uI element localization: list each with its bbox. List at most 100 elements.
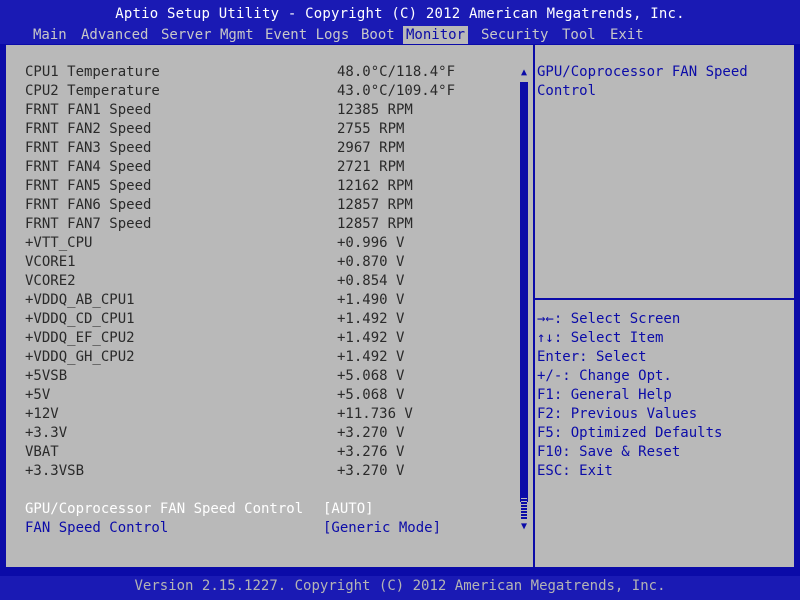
reading-label: +VDDQ_AB_CPU1 [25, 292, 135, 308]
reading-value: +1.492 V [337, 349, 405, 365]
reading-value: +5.068 V [337, 387, 405, 403]
reading-row: +VDDQ_AB_CPU1 +1.490 V [25, 291, 505, 310]
key-hint-enter: Enter: Select [537, 349, 647, 365]
reading-label: FRNT FAN5 Speed [25, 178, 152, 194]
key-hint-exit: ESC: Exit [537, 463, 613, 479]
reading-row: +12V +11.736 V [25, 405, 505, 424]
help-line: Control [537, 83, 597, 99]
reading-label: +VDDQ_GH_CPU2 [25, 349, 135, 365]
reading-row: FRNT FAN4 Speed 2721 RPM [25, 158, 505, 177]
reading-row: FRNT FAN3 Speed 2967 RPM [25, 139, 505, 158]
reading-value: +3.270 V [337, 425, 405, 441]
reading-label: +5V [25, 387, 51, 403]
reading-label: +VDDQ_EF_CPU2 [25, 330, 135, 346]
reading-label: FRNT FAN4 Speed [25, 159, 152, 175]
reading-value: +0.854 V [337, 273, 405, 289]
reading-label: +3.3VSB [25, 463, 85, 479]
reading-row: +VTT_CPU +0.996 V [25, 234, 505, 253]
option-label: FAN Speed Control [25, 520, 169, 536]
key-hint-previous-values: F2: Previous Values [537, 406, 698, 422]
menu-bar: Main Advanced Server Mgmt Event Logs Boo… [0, 26, 800, 44]
scroll-up-arrow-icon[interactable]: ▲ [519, 67, 529, 79]
reading-label: +5VSB [25, 368, 68, 384]
key-legend: →←: Select Screen ↑↓: Select Item Enter:… [537, 310, 789, 481]
reading-label: +VDDQ_CD_CPU1 [25, 311, 135, 327]
reading-row: FRNT FAN5 Speed 12162 RPM [25, 177, 505, 196]
reading-value: +1.492 V [337, 330, 405, 346]
help-text: GPU/Coprocessor FAN Speed Control [537, 63, 789, 101]
reading-row: FRNT FAN2 Speed 2755 RPM [25, 120, 505, 139]
reading-value: 12857 RPM [337, 216, 413, 232]
reading-label: +3.3V [25, 425, 68, 441]
reading-label: FRNT FAN3 Speed [25, 140, 152, 156]
reading-label: CPU1 Temperature [25, 64, 160, 80]
gpu-fan-speed-control-option[interactable]: GPU/Coprocessor FAN Speed Control [AUTO] [25, 500, 505, 519]
reading-row: +VDDQ_GH_CPU2 +1.492 V [25, 348, 505, 367]
reading-label: FRNT FAN7 Speed [25, 216, 152, 232]
title-bar: Aptio Setup Utility - Copyright (C) 2012… [0, 0, 800, 26]
reading-value: +1.490 V [337, 292, 405, 308]
reading-label: FRNT FAN1 Speed [25, 102, 152, 118]
tab-event-logs[interactable]: Event Logs [262, 26, 352, 44]
reading-value: 2967 RPM [337, 140, 405, 156]
reading-value: 12162 RPM [337, 178, 413, 194]
help-line: GPU/Coprocessor FAN Speed [537, 64, 748, 80]
reading-row: FRNT FAN6 Speed 12857 RPM [25, 196, 505, 215]
reading-value: +3.276 V [337, 444, 405, 460]
footer-bar: Version 2.15.1227. Copyright (C) 2012 Am… [0, 576, 800, 600]
tab-monitor[interactable]: Monitor [403, 26, 469, 44]
fan-speed-control-option[interactable]: FAN Speed Control [Generic Mode] [25, 519, 505, 538]
scroll-down-arrow-icon[interactable]: ▼ [519, 521, 529, 533]
reading-value: +3.270 V [337, 463, 405, 479]
reading-row: +VDDQ_CD_CPU1 +1.492 V [25, 310, 505, 329]
help-divider [535, 298, 795, 300]
reading-row: +VDDQ_EF_CPU2 +1.492 V [25, 329, 505, 348]
version-text: Version 2.15.1227. Copyright (C) 2012 Am… [134, 578, 666, 594]
reading-label: VBAT [25, 444, 59, 460]
reading-row: +3.3V +3.270 V [25, 424, 505, 443]
reading-value: +1.492 V [337, 311, 405, 327]
reading-value: 2755 RPM [337, 121, 405, 137]
key-hint-select-item: ↑↓: Select Item [537, 330, 664, 346]
reading-label: FRNT FAN2 Speed [25, 121, 152, 137]
reading-value: +0.996 V [337, 235, 405, 251]
tab-main[interactable]: Main [30, 26, 70, 44]
reading-label: +12V [25, 406, 59, 422]
reading-value: +11.736 V [337, 406, 413, 422]
reading-value: 48.0°C/118.4°F [337, 64, 456, 80]
option-label: GPU/Coprocessor FAN Speed Control [25, 501, 304, 517]
reading-row: +5VSB +5.068 V [25, 367, 505, 386]
tab-exit[interactable]: Exit [607, 26, 647, 44]
reading-row: CPU1 Temperature 48.0°C/118.4°F [25, 63, 505, 82]
tab-boot[interactable]: Boot [358, 26, 398, 44]
key-hint-save-reset: F10: Save & Reset [537, 444, 681, 460]
reading-label: FRNT FAN6 Speed [25, 197, 152, 213]
reading-label: VCORE1 [25, 254, 76, 270]
reading-row: VCORE2 +0.854 V [25, 272, 505, 291]
key-hint-general-help: F1: General Help [537, 387, 672, 403]
option-value[interactable]: [Generic Mode] [323, 519, 441, 538]
reading-row: +5V +5.068 V [25, 386, 505, 405]
key-hint-change-opt: +/-: Change Opt. [537, 368, 672, 384]
tab-server-mgmt[interactable]: Server Mgmt [158, 26, 257, 44]
reading-row: FRNT FAN1 Speed 12385 RPM [25, 101, 505, 120]
reading-value: 12385 RPM [337, 102, 413, 118]
reading-value: +0.870 V [337, 254, 405, 270]
scrollbar-thumb[interactable] [521, 498, 527, 520]
reading-row: +3.3VSB +3.270 V [25, 462, 505, 481]
tab-security[interactable]: Security [478, 26, 551, 44]
reading-value: 43.0°C/109.4°F [337, 83, 456, 99]
reading-label: +VTT_CPU [25, 235, 93, 251]
reading-value: 2721 RPM [337, 159, 405, 175]
reading-label: VCORE2 [25, 273, 76, 289]
option-value[interactable]: [AUTO] [323, 500, 374, 519]
tab-advanced[interactable]: Advanced [78, 26, 151, 44]
reading-row: CPU2 Temperature 43.0°C/109.4°F [25, 82, 505, 101]
tab-tool[interactable]: Tool [559, 26, 599, 44]
scrollbar-track[interactable] [520, 82, 528, 502]
reading-row: VBAT +3.276 V [25, 443, 505, 462]
reading-value: 12857 RPM [337, 197, 413, 213]
app-title: Aptio Setup Utility - Copyright (C) 2012… [115, 6, 685, 22]
key-hint-select-screen: →←: Select Screen [537, 311, 681, 327]
reading-value: +5.068 V [337, 368, 405, 384]
